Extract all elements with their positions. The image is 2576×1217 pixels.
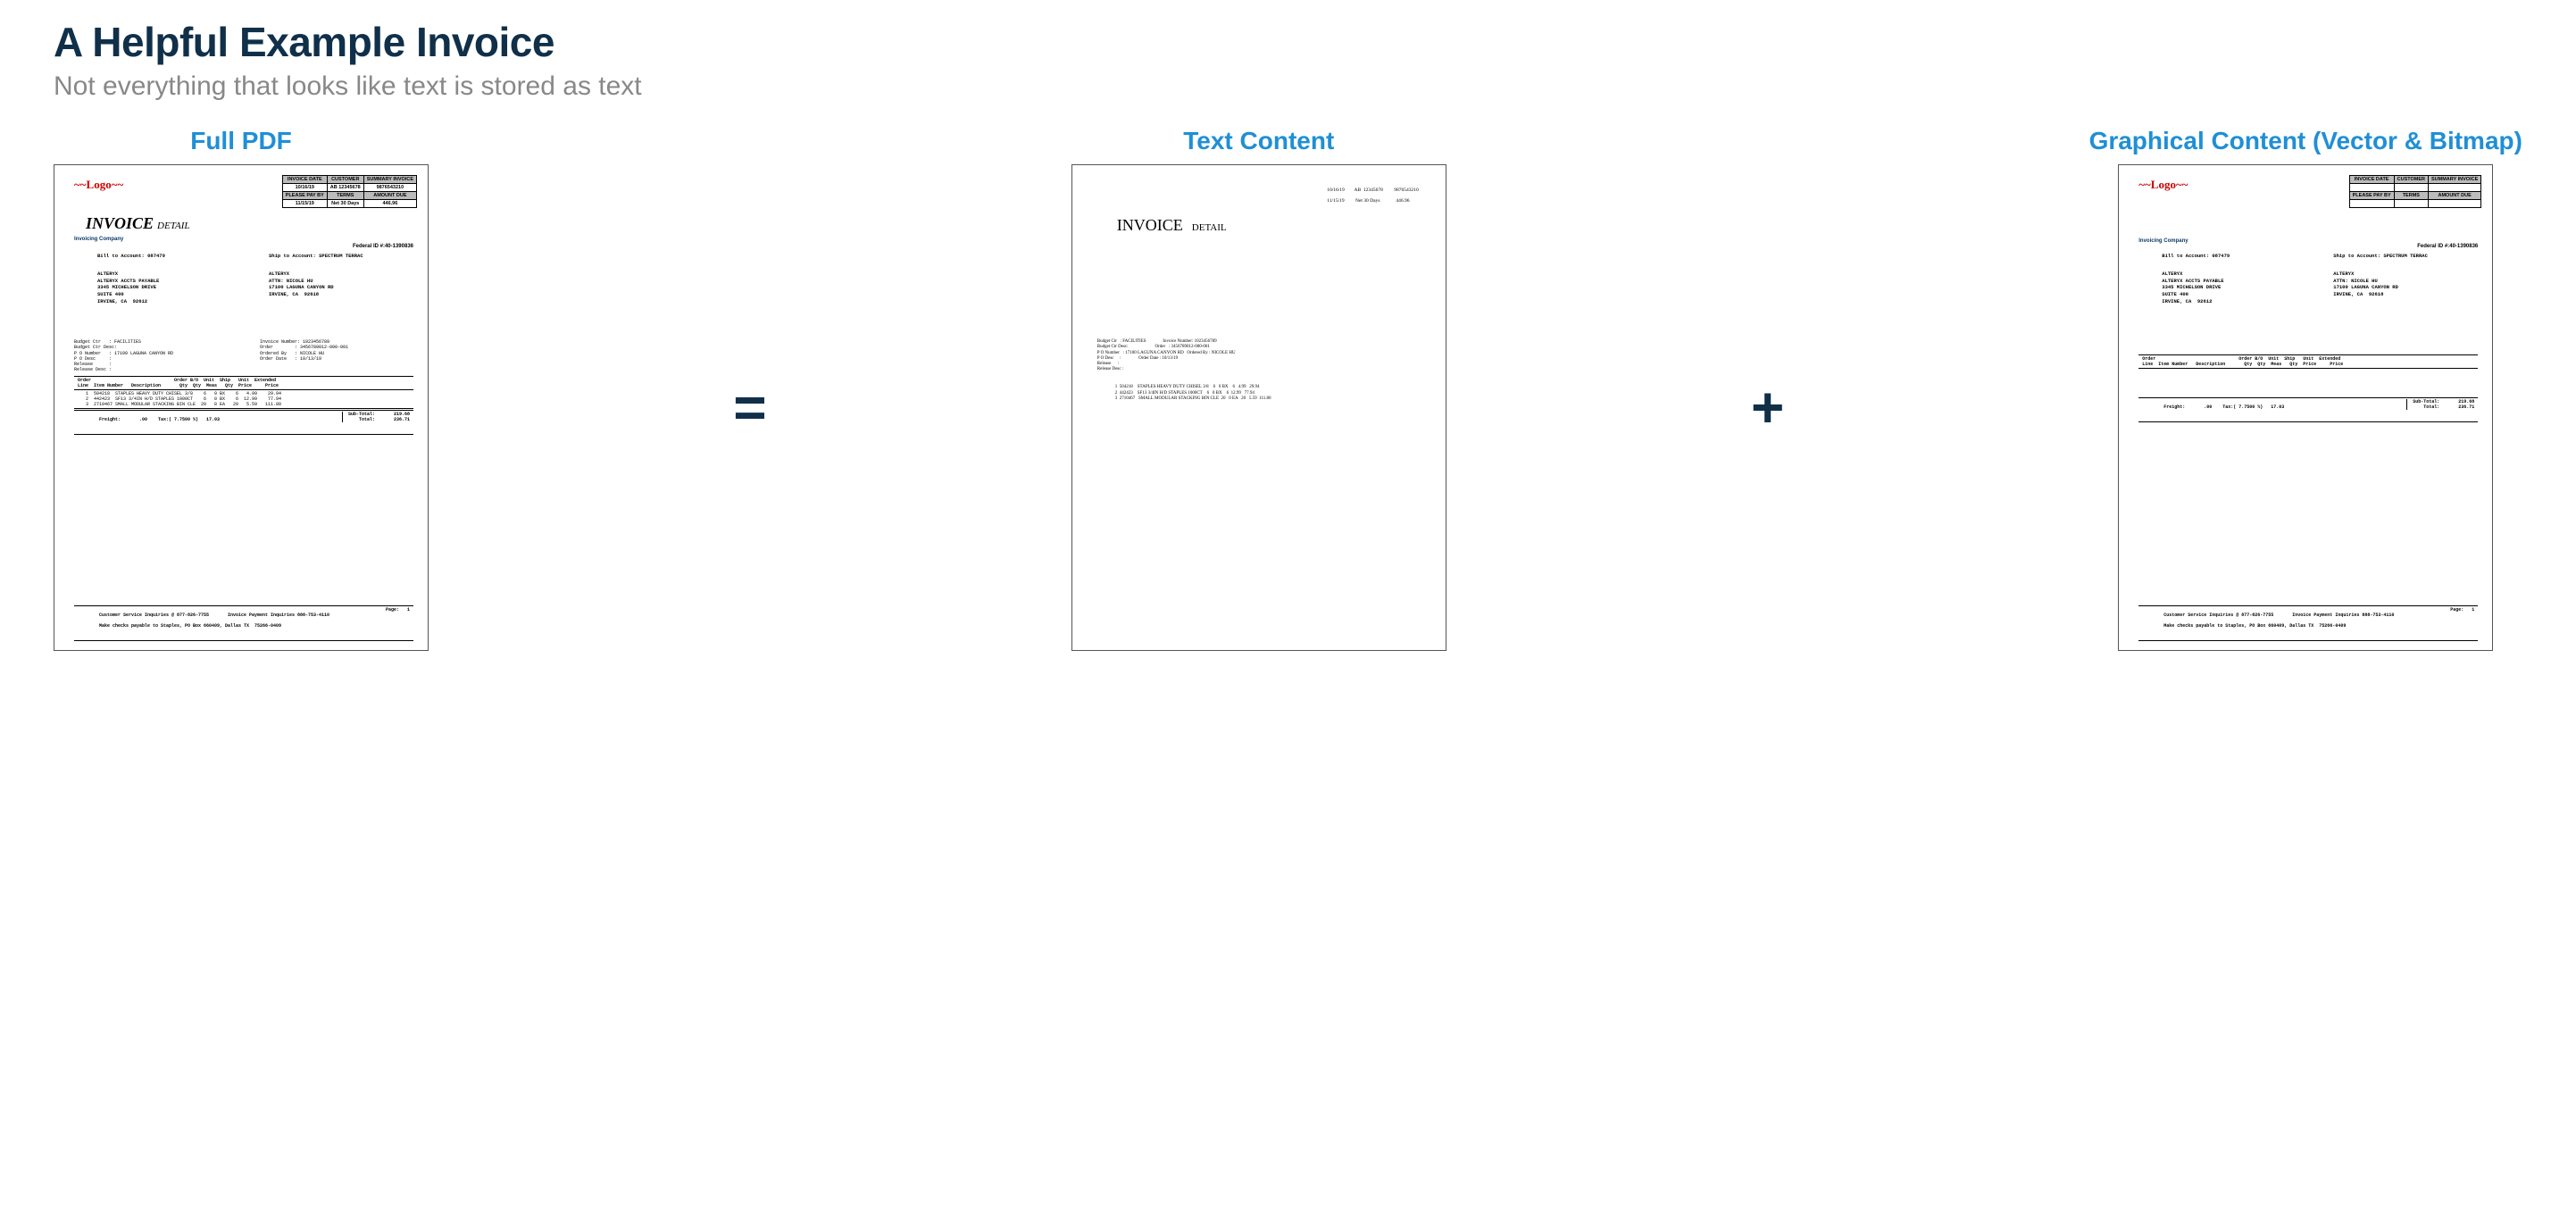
- logo-text: ~~Logo~~: [74, 178, 123, 192]
- page-subtitle: Not everything that looks like text is s…: [54, 71, 2522, 102]
- val-amount: 446.96: [363, 200, 416, 208]
- full-pdf-label: Full PDF: [190, 127, 292, 155]
- bill-address-g: ALTERYX ALTERYX ACCTS PAYABLE 3345 MICHE…: [2162, 271, 2223, 304]
- logo-text-g: ~~Logo~~: [2138, 178, 2188, 192]
- company-name-g: Invoicing Company: [2138, 238, 2188, 244]
- full-pdf-page: ~~Logo~~ INVOICE DATECUSTOMERSUMMARY INV…: [54, 164, 429, 651]
- bill-to-label: Bill to Account: 087479: [97, 253, 165, 260]
- page-number: Page: 1: [386, 607, 410, 613]
- hdr-invoice-date-g: INVOICE DATE: [2349, 176, 2394, 184]
- plus-operator: +: [1744, 374, 1791, 440]
- hdr-payby-g: PLEASE PAY BY: [2349, 192, 2394, 200]
- hdr-customer: CUSTOMER: [327, 176, 363, 184]
- blank-cell: [2349, 184, 2394, 192]
- page-title: A Helpful Example Invoice: [54, 18, 2522, 66]
- ship-address-g: ALTERYX ATTN: NICOLE HU 17100 LAGUNA CAN…: [2333, 271, 2398, 298]
- text-lines: 1 504218 STAPLES HEAVY DUTY CHISEL 3/8 6…: [1115, 385, 1271, 403]
- text-content-page: 10/16/19 AB 12345678 9876543210 11/15/19…: [1071, 164, 1446, 651]
- totals-left-g: Freight: .00 Tax:( 7.7500 %) 17.03: [2163, 404, 2284, 410]
- totals-left: Freight: .00 Tax:( 7.7500 %) 17.03: [99, 417, 220, 422]
- hdr-summary: SUMMARY INVOICE: [363, 176, 416, 184]
- graphical-content-column: Graphical Content (Vector & Bitmap) ~~Lo…: [2089, 127, 2522, 651]
- val-invoice-date: 10/16/19: [282, 184, 327, 192]
- text-header-values: 10/16/19 AB 12345678 9876543210 11/15/19…: [1327, 188, 1419, 204]
- text-content-column: Text Content 10/16/19 AB 12345678 987654…: [1071, 127, 1446, 651]
- page-footer-g: Customer Service Inquiries @ 877-826-775…: [2138, 605, 2478, 641]
- line-header-g: Order Order B/O Unit Ship Unit Extended …: [2138, 354, 2478, 369]
- blank-cell: [2429, 184, 2481, 192]
- comparison-row: Full PDF ~~Logo~~ INVOICE DATECUSTOMERSU…: [54, 127, 2522, 651]
- hdr-payby: PLEASE PAY BY: [282, 192, 327, 200]
- val-terms: Net 30 Days: [327, 200, 363, 208]
- hdr-terms: TERMS: [327, 192, 363, 200]
- totals-right: Sub-Total: 219.68 Total: 236.71: [342, 412, 410, 422]
- hdr-invoice-date: INVOICE DATE: [282, 176, 327, 184]
- invoice-title: INVOICEDETAIL: [86, 214, 190, 233]
- ship-to-label-g: Ship to Account: SPECTRUM TERRAC: [2333, 253, 2428, 260]
- totals-row: Freight: .00 Tax:( 7.7500 %) 17.03 Sub-T…: [74, 410, 413, 435]
- full-pdf-column: Full PDF ~~Logo~~ INVOICE DATECUSTOMERSU…: [54, 127, 429, 651]
- text-content-label: Text Content: [1183, 127, 1334, 155]
- federal-id-g: Federal ID #:40-1390836: [2417, 244, 2478, 249]
- footer-line2-g: Make checks payable to Staples, PO Box 6…: [2163, 623, 2346, 629]
- company-name: Invoicing Company: [74, 237, 123, 242]
- val-payby: 11/15/19: [282, 200, 327, 208]
- graphical-content-page: ~~Logo~~ INVOICE DATECUSTOMERSUMMARY INV…: [2118, 164, 2493, 651]
- footer-line1-g: Customer Service Inquiries @ 877-826-775…: [2163, 613, 2394, 618]
- hdr-amount: AMOUNT DUE: [363, 192, 416, 200]
- text-invoice-title: INVOICEDETAIL: [1117, 216, 1227, 235]
- bill-address: ALTERYX ALTERYX ACCTS PAYABLE 3345 MICHE…: [97, 271, 159, 304]
- invoice-header-table: INVOICE DATECUSTOMERSUMMARY INVOICE 10/1…: [282, 175, 417, 208]
- page-footer: Customer Service Inquiries @ 877-826-775…: [74, 605, 413, 641]
- hdr-customer-g: CUSTOMER: [2394, 176, 2428, 184]
- hdr-summary-g: SUMMARY INVOICE: [2429, 176, 2481, 184]
- line-header: Order Order B/O Unit Ship Unit Extended …: [74, 376, 413, 390]
- val-customer: AB 12345678: [327, 184, 363, 192]
- meta-right: Invoice Number: 1023456789 Order : 34567…: [260, 339, 348, 362]
- meta-left: Budget Ctr : FACILITIES Budget Ctr Desc:…: [74, 339, 173, 373]
- equals-operator: =: [726, 374, 773, 440]
- line-items: 1 504218 STAPLES HEAVY DUTY CHISEL 3/8 6…: [74, 391, 413, 409]
- text-meta: Budget Ctr : FACILITIES Invoice Number: …: [1097, 339, 1236, 373]
- footer-line2: Make checks payable to Staples, PO Box 6…: [99, 623, 281, 629]
- blank-cell: [2394, 184, 2428, 192]
- footer-line1: Customer Service Inquiries @ 877-826-775…: [99, 613, 329, 618]
- hdr-terms-g: TERMS: [2394, 192, 2428, 200]
- blank-cell: [2429, 200, 2481, 208]
- blank-cell: [2394, 200, 2428, 208]
- bill-to-label-g: Bill to Account: 087479: [2162, 253, 2230, 260]
- invoice-header-table-g: INVOICE DATECUSTOMERSUMMARY INVOICE PLEA…: [2349, 175, 2482, 208]
- ship-address: ALTERYX ATTN: NICOLE HU 17100 LAGUNA CAN…: [269, 271, 334, 298]
- blank-cell: [2349, 200, 2394, 208]
- page-number-g: Page: 1: [2450, 607, 2474, 613]
- graphical-content-label: Graphical Content (Vector & Bitmap): [2089, 127, 2522, 155]
- hdr-amount-g: AMOUNT DUE: [2429, 192, 2481, 200]
- val-summary: 9876543210: [363, 184, 416, 192]
- totals-right-g: Sub-Total: 219.68 Total: 236.71: [2406, 399, 2474, 410]
- federal-id: Federal ID #:40-1390836: [353, 244, 413, 249]
- ship-to-label: Ship to Account: SPECTRUM TERRAC: [269, 253, 363, 260]
- totals-row-g: Freight: .00 Tax:( 7.7500 %) 17.03 Sub-T…: [2138, 397, 2478, 422]
